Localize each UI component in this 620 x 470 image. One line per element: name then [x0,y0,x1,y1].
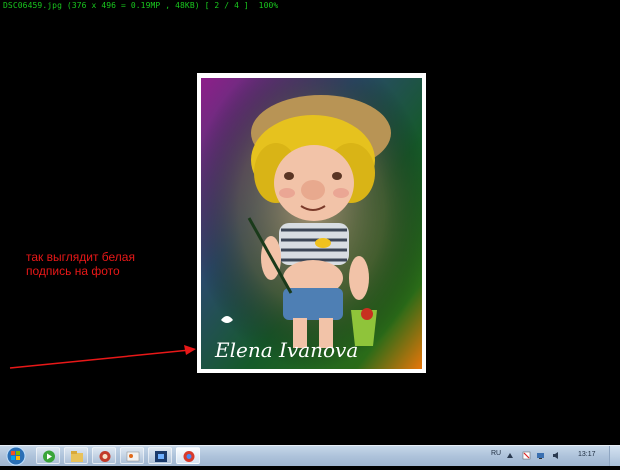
photoshop-icon [155,451,167,462]
taskbar-paint-button[interactable] [120,447,144,464]
taskbar-browser-button[interactable] [92,447,116,464]
taskbar-photoshop-button[interactable] [148,447,172,464]
annotation-arrow [9,345,196,369]
taskbar-chrome-button[interactable] [176,447,200,464]
windows-logo-icon [6,446,26,466]
chrome-icon [183,451,195,462]
taskbar-media-player-button[interactable] [36,447,60,464]
browser-icon [99,451,111,462]
tray-volume-icon[interactable] [552,451,561,460]
show-desktop-button[interactable] [609,446,620,466]
tray-language[interactable]: RU [491,450,501,457]
tray-flag-icon[interactable] [522,451,531,460]
media-player-icon [43,450,55,463]
paint-icon [126,451,140,462]
tray-arrow-icon[interactable] [506,451,514,460]
taskbar-explorer-button[interactable] [64,447,88,464]
tray-clock[interactable]: 13:17 [578,451,596,458]
start-button[interactable] [5,446,27,466]
tray-network-icon[interactable] [536,451,545,460]
taskbar: RU 13:17 [0,445,620,466]
folder-icon [71,451,83,462]
